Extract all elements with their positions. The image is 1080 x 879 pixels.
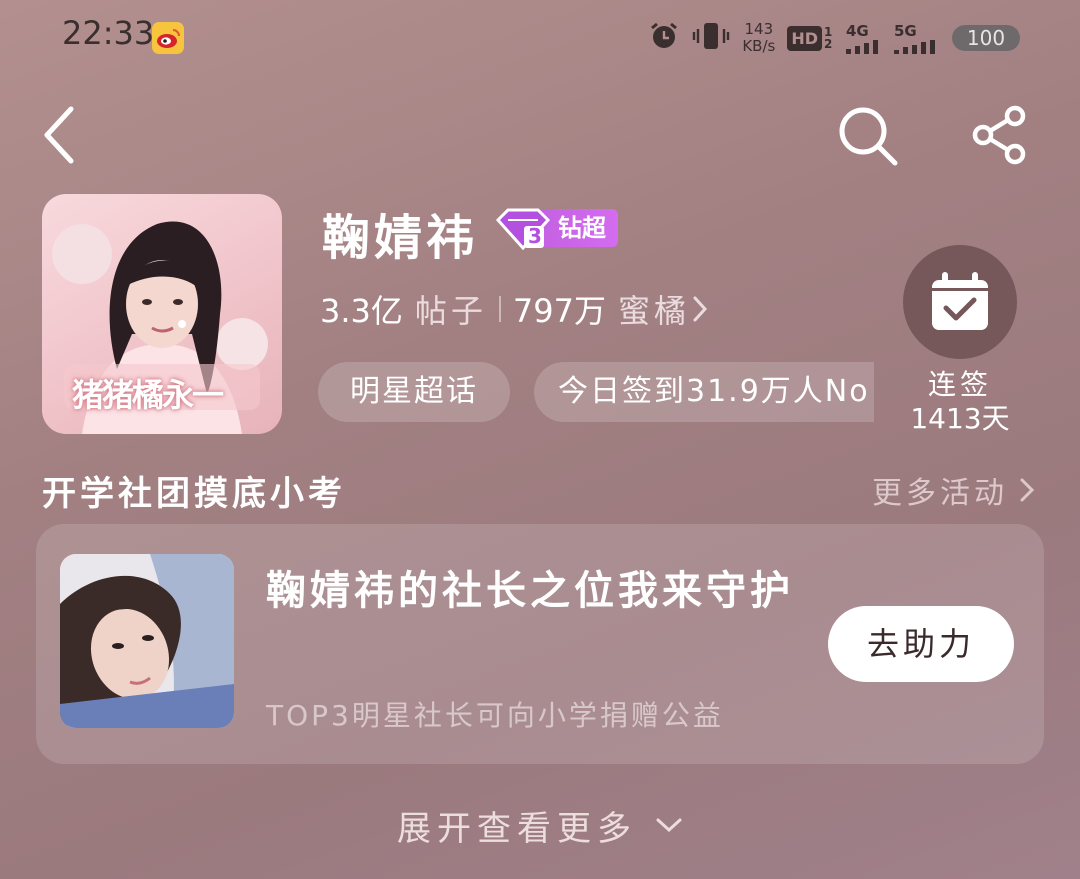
- expand-more-label: 展开查看更多: [397, 808, 637, 849]
- search-icon: [839, 107, 898, 166]
- activity-card[interactable]: 鞠婧祎的社长之位我来守护 TOP3明星社长可向小学捐赠公益 去助力: [36, 524, 1044, 764]
- posts-unit: 帖子: [414, 292, 487, 330]
- back-button[interactable]: [24, 100, 94, 170]
- avatar-caption: 猪猪橘永一: [72, 376, 224, 414]
- weibo-app-icon: [152, 22, 184, 54]
- checkin-days: 1413天: [910, 402, 1010, 435]
- share-icon: [972, 105, 1026, 165]
- network-speed-unit: KB/s: [742, 37, 776, 55]
- expand-more-button[interactable]: 展开查看更多: [0, 800, 1080, 850]
- more-activities-link[interactable]: 更多活动: [872, 470, 1036, 511]
- chevron-down-icon: [656, 818, 682, 833]
- calendar-check-icon: [932, 272, 988, 330]
- topic-name: 鞠婧祎: [322, 210, 479, 266]
- alarm-icon: [648, 20, 680, 56]
- network-speed: 143 KB/s: [742, 21, 775, 55]
- checkin-button[interactable]: [903, 245, 1017, 359]
- activity-thumbnail: [60, 554, 234, 728]
- chevron-right-icon: [693, 296, 708, 322]
- section-title: 开学社团摸底小考: [42, 474, 346, 514]
- vibrate-icon: [692, 20, 730, 56]
- tag-star-supertopic[interactable]: 明星超话: [318, 362, 510, 422]
- network-2-label: 5G: [894, 22, 917, 40]
- fans-unit: 蜜橘: [618, 292, 691, 330]
- status-clock: 22:33: [62, 14, 155, 52]
- hd-icon: HD 1 2: [787, 25, 834, 51]
- search-button[interactable]: [832, 100, 902, 170]
- status-icons: 143 KB/s HD 1 2 4G 5G 100: [648, 18, 1020, 58]
- battery-indicator: 100: [952, 25, 1020, 51]
- hd-sub: 1 2: [824, 25, 833, 51]
- activity-thumbnail-image: [60, 554, 234, 728]
- diamond-level-icon: 3: [494, 206, 552, 250]
- back-arrow-icon: [44, 106, 74, 164]
- chevron-right-icon: [1020, 478, 1035, 502]
- stats-divider: [498, 296, 501, 322]
- network-1-label: 4G: [846, 22, 869, 40]
- signal-4g-icon: 4G: [846, 22, 882, 54]
- level-badge: 3 钻超: [494, 206, 618, 250]
- more-activities-label: 更多活动: [872, 476, 1008, 511]
- stats-row[interactable]: 3.3亿 帖子 797万 蜜橘: [320, 284, 710, 334]
- checkin-label-text: 连签: [927, 368, 992, 401]
- posts-count: 3.3亿: [320, 292, 403, 330]
- signal-5g-icon: 5G: [894, 22, 940, 54]
- share-button[interactable]: [964, 100, 1034, 170]
- tags-row: 明星超话 今日签到31.9万人No: [318, 362, 874, 422]
- network-speed-value: 143: [744, 20, 774, 38]
- fans-count: 797万: [512, 292, 607, 330]
- activity-subtitle: TOP3明星社长可向小学捐赠公益: [266, 699, 724, 732]
- support-button[interactable]: 去助力: [828, 606, 1014, 682]
- activity-title: 鞠婧祎的社长之位我来守护: [266, 567, 794, 614]
- hd-label: HD: [787, 25, 822, 51]
- checkin-label: 连签 1413天: [900, 368, 1020, 436]
- status-bar: 22:33 143 KB/s HD 1 2 4G 5G 100: [0, 0, 1080, 76]
- topic-avatar[interactable]: 猪猪橘永一: [42, 194, 282, 434]
- level-number: 3: [528, 224, 542, 248]
- tag-checkin-count[interactable]: 今日签到31.9万人No: [534, 362, 874, 422]
